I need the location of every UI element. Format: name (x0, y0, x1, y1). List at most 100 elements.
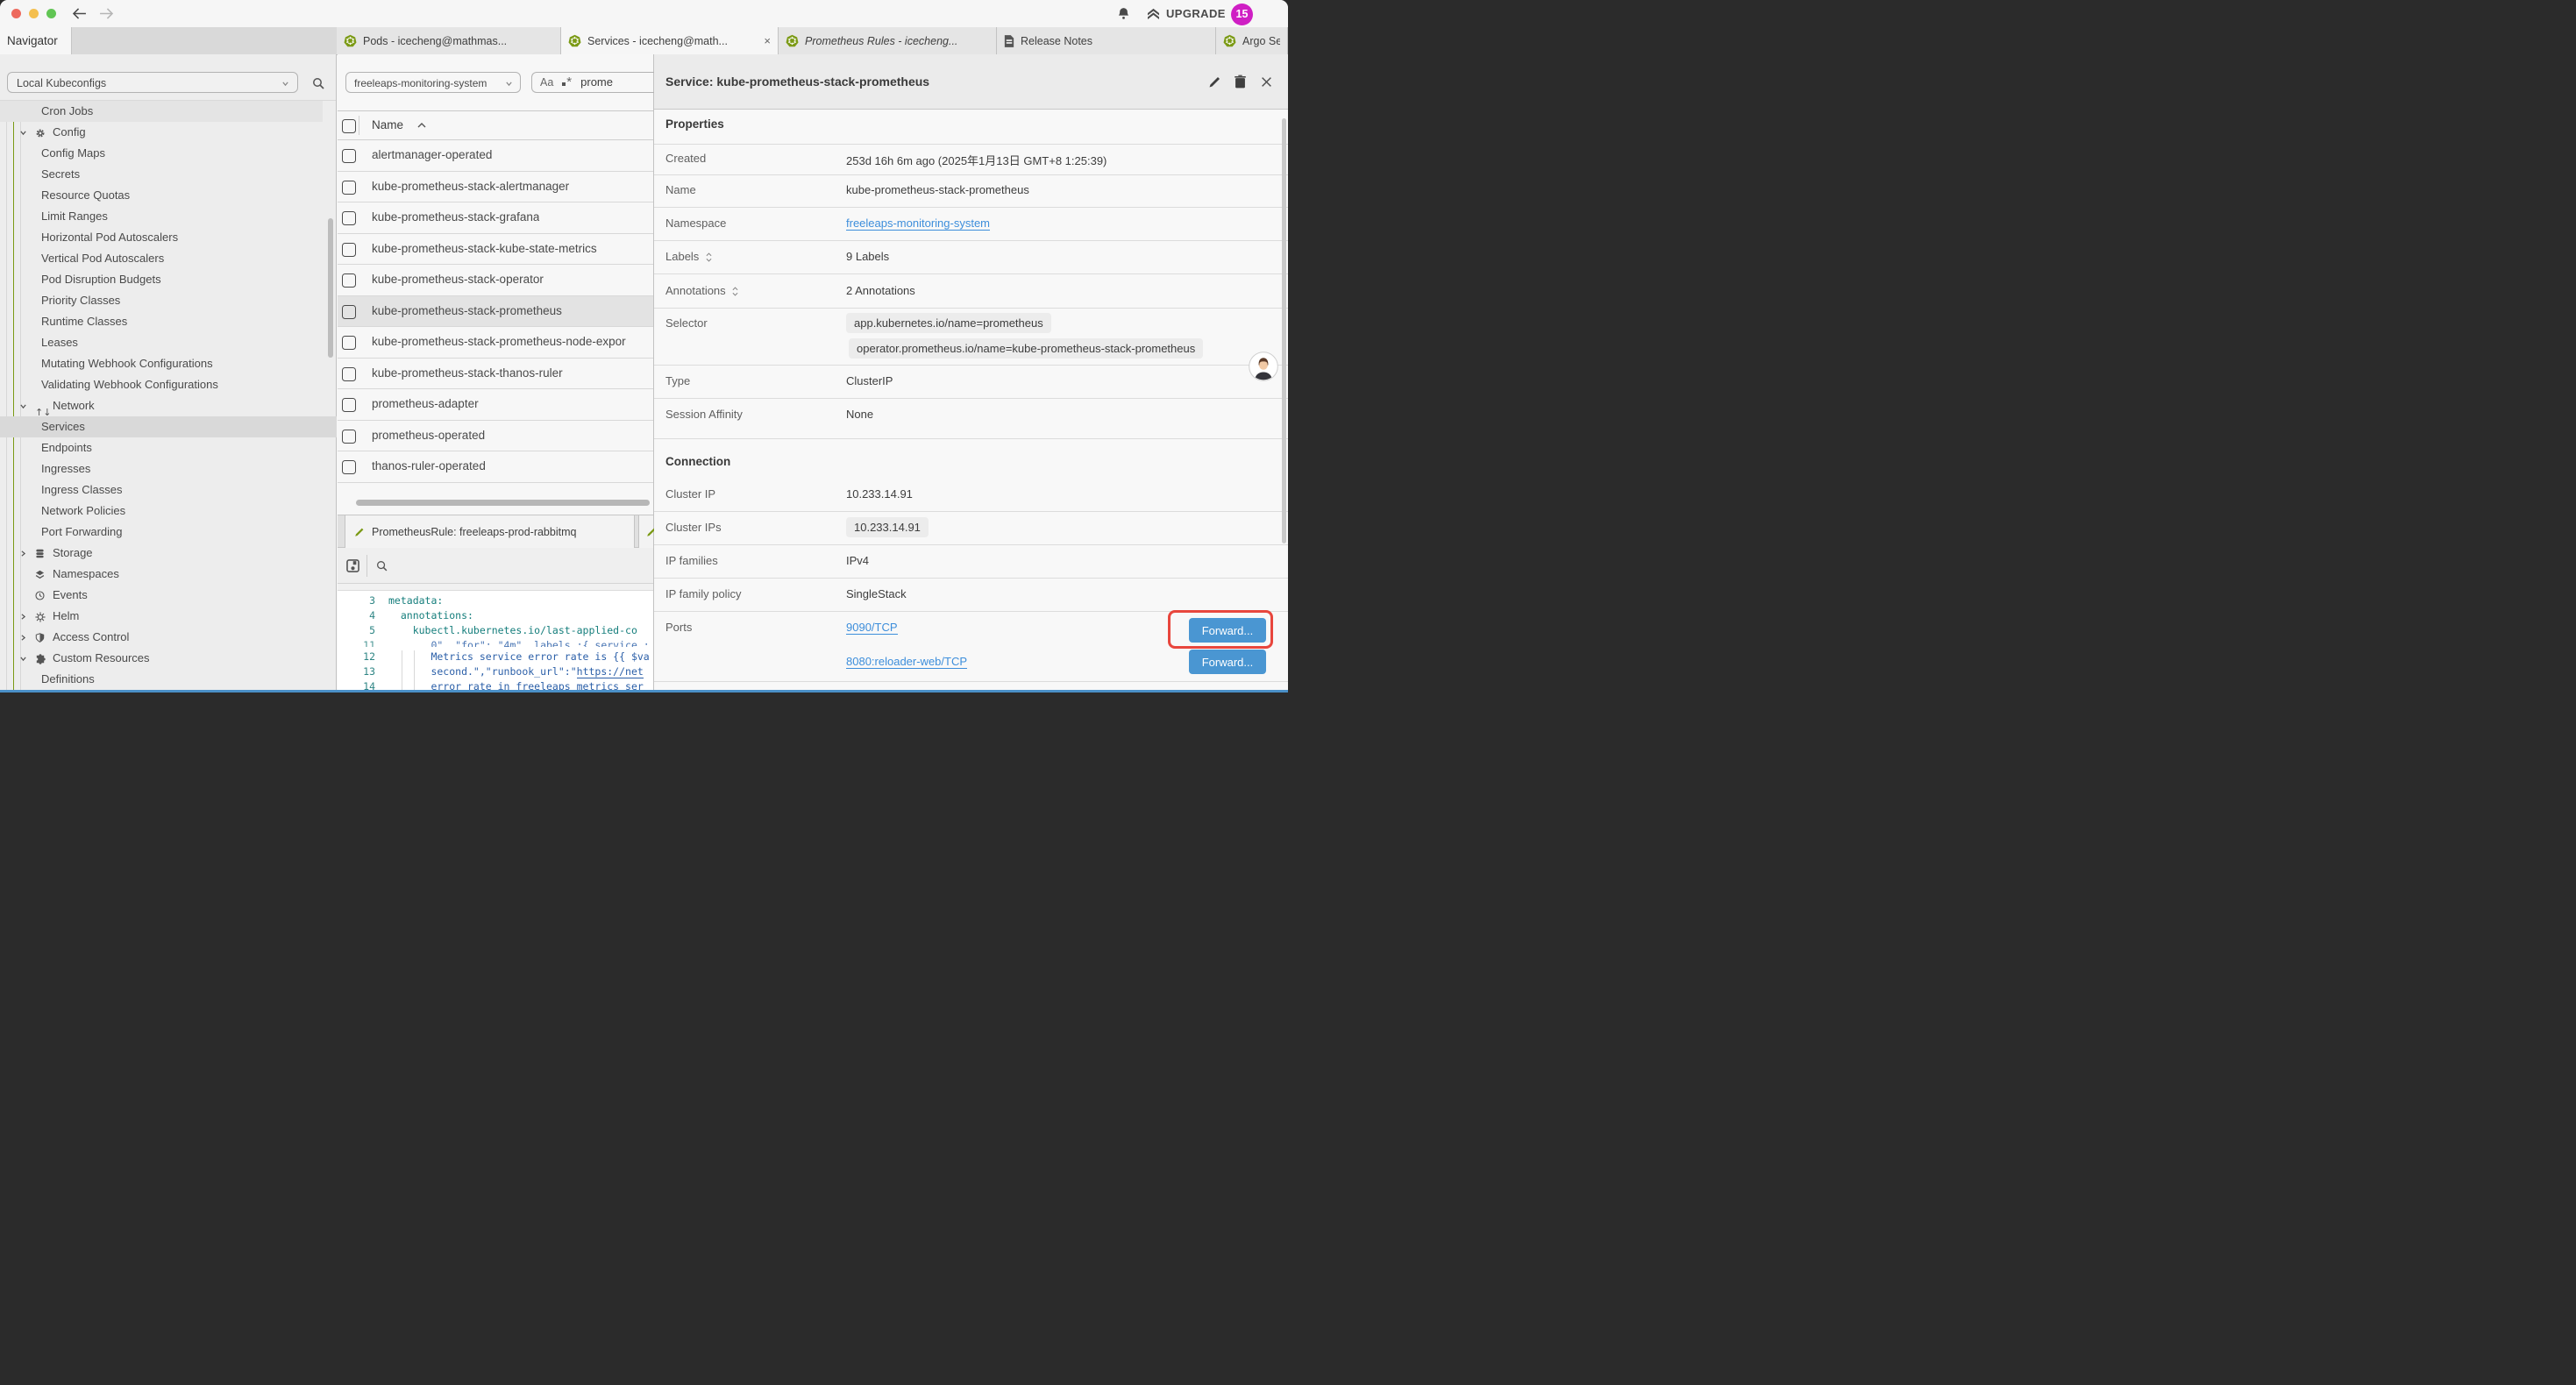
sidebar-item-horizontal-pod-autoscalers[interactable]: Horizontal Pod Autoscalers (0, 227, 323, 248)
sidebar-item-helm[interactable]: Helm (0, 606, 323, 627)
upgrade-label[interactable]: UPGRADE (1166, 7, 1226, 20)
notification-badge[interactable]: 15 (1231, 4, 1253, 25)
yaml-editor[interactable]: 3metadata:4 annotations:5 kubectl.kubern… (338, 591, 653, 692)
panel-scrollbar[interactable] (1282, 118, 1286, 543)
tab-pods-icecheng-mathmas[interactable]: Pods - icecheng@mathmas... (337, 27, 561, 54)
sidebar-item-access-control[interactable]: Access Control (0, 627, 323, 648)
sidebar-item-network-policies[interactable]: Network Policies (0, 501, 323, 522)
save-icon[interactable] (346, 559, 359, 572)
row-checkbox[interactable] (342, 336, 356, 350)
editor-tab-partial[interactable] (638, 515, 653, 548)
tab-argo-se[interactable]: Argo Se (1216, 27, 1288, 54)
back-icon[interactable] (72, 8, 87, 19)
sidebar-item-config-maps[interactable]: Config Maps (0, 143, 323, 164)
column-header-name[interactable]: Name (372, 110, 403, 140)
close-icon[interactable] (1261, 76, 1272, 88)
sidebar-item-secrets[interactable]: Secrets (0, 164, 323, 185)
chevron-down-icon[interactable] (19, 402, 27, 410)
search-icon[interactable] (312, 77, 324, 89)
sidebar-item-endpoints[interactable]: Endpoints (0, 437, 323, 458)
sidebar-item-leases[interactable]: Leases (0, 332, 323, 353)
table-row[interactable]: kube-prometheus-stack-thanos-ruler (338, 359, 653, 390)
match-case-icon[interactable]: Aa (540, 72, 553, 93)
sidebar-item-custom-resources[interactable]: Custom Resources (0, 648, 323, 669)
sidebar-item-validating-webhook-configurations[interactable]: Validating Webhook Configurations (0, 374, 323, 395)
sidebar-item-definitions[interactable]: Definitions (0, 669, 323, 690)
select-all-checkbox[interactable] (342, 119, 356, 133)
row-checkbox[interactable] (342, 398, 356, 412)
sidebar-item-services[interactable]: Services (0, 416, 337, 437)
horizontal-scrollbar[interactable] (356, 500, 650, 506)
assistant-avatar[interactable] (1249, 352, 1278, 381)
chevron-down-icon[interactable] (19, 655, 27, 663)
row-checkbox[interactable] (342, 243, 356, 257)
sidebar-item-network[interactable]: ↑↓Network (0, 395, 323, 416)
sidebar-item-vertical-pod-autoscalers[interactable]: Vertical Pod Autoscalers (0, 248, 323, 269)
table-row[interactable]: prometheus-operated (338, 421, 653, 452)
table-row[interactable]: kube-prometheus-stack-grafana (338, 202, 653, 234)
edit-pencil-icon[interactable] (1208, 75, 1221, 89)
sidebar-item-port-forwarding[interactable]: Port Forwarding (0, 522, 323, 543)
sidebar-item-ingress-classes[interactable]: Ingress Classes (0, 479, 323, 501)
tab-navigator[interactable]: Navigator (0, 27, 72, 54)
row-checkbox[interactable] (342, 305, 356, 319)
sidebar-item-config[interactable]: Config (0, 122, 323, 143)
chevron-right-icon[interactable] (19, 613, 27, 621)
bell-icon[interactable] (1117, 7, 1130, 20)
row-checkbox[interactable] (342, 367, 356, 381)
tab-release-notes[interactable]: Release Notes (997, 27, 1216, 54)
sidebar-item-runtime-classes[interactable]: Runtime Classes (0, 311, 323, 332)
port-link[interactable]: 8080:reloader-web/TCP (846, 655, 967, 669)
minimize-window-button[interactable] (29, 9, 39, 18)
row-checkbox[interactable] (342, 430, 356, 444)
sidebar-item-cron-jobs[interactable]: Cron Jobs (0, 101, 323, 122)
filter-input[interactable]: Aa * prome (531, 72, 654, 93)
table-row[interactable]: thanos-ruler-operated (338, 451, 653, 483)
search-icon[interactable] (376, 560, 388, 572)
editor-tab-prometheusrule[interactable]: PrometheusRule: freeleaps-prod-rabbitmq (345, 515, 635, 548)
table-row[interactable]: prometheus-adapter (338, 389, 653, 421)
sidebar-item-ingresses[interactable]: Ingresses (0, 458, 323, 479)
namespace-selector[interactable]: freeleaps-monitoring-system (345, 72, 521, 93)
sidebar-item-priority-classes[interactable]: Priority Classes (0, 290, 323, 311)
table-row[interactable]: kube-prometheus-stack-prometheus-node-ex… (338, 327, 653, 359)
table-row[interactable]: alertmanager-operated (338, 140, 653, 172)
chevron-right-icon[interactable] (19, 634, 27, 642)
forward-icon[interactable] (99, 8, 114, 19)
runbook-url-link[interactable]: https://net (577, 665, 644, 678)
table-row[interactable]: kube-prometheus-stack-prometheus (338, 296, 653, 328)
sort-asc-icon[interactable] (417, 123, 426, 128)
port-link[interactable]: 9090/TCP (846, 621, 898, 635)
kubeconfig-selector[interactable]: Local Kubeconfigs (7, 72, 298, 93)
sidebar-item-resource-quotas[interactable]: Resource Quotas (0, 185, 323, 206)
sidebar-item-events[interactable]: Events (0, 585, 323, 606)
regex-icon[interactable]: * (562, 72, 572, 93)
row-checkbox[interactable] (342, 460, 356, 474)
sidebar-item-limit-ranges[interactable]: Limit Ranges (0, 206, 323, 227)
expand-collapse-icon[interactable] (706, 252, 712, 262)
sidebar-item-storage[interactable]: Storage (0, 543, 323, 564)
chevron-down-icon[interactable] (19, 129, 27, 137)
table-row[interactable]: kube-prometheus-stack-kube-state-metrics (338, 234, 653, 266)
tab-services-icecheng-math[interactable]: Services - icecheng@math...× (561, 27, 779, 54)
close-window-button[interactable] (11, 9, 21, 18)
forward-button[interactable]: Forward... (1189, 650, 1266, 674)
tab-prometheus-rules-icecheng[interactable]: Prometheus Rules - icecheng... (779, 27, 997, 54)
sidebar-item-mutating-webhook-configurations[interactable]: Mutating Webhook Configurations (0, 353, 323, 374)
sidebar-scrollbar[interactable] (328, 218, 333, 358)
table-row[interactable]: kube-prometheus-stack-alertmanager (338, 172, 653, 203)
row-checkbox[interactable] (342, 273, 356, 288)
row-checkbox[interactable] (342, 211, 356, 225)
zoom-window-button[interactable] (46, 9, 56, 18)
upgrade-icon[interactable] (1147, 8, 1160, 19)
trash-icon[interactable] (1235, 75, 1246, 89)
expand-collapse-icon[interactable] (732, 287, 738, 296)
namespace-link[interactable]: freeleaps-monitoring-system (846, 217, 990, 231)
row-checkbox[interactable] (342, 181, 356, 195)
close-tab-icon[interactable]: × (764, 34, 771, 47)
table-row[interactable]: kube-prometheus-stack-operator (338, 265, 653, 296)
sidebar-item-namespaces[interactable]: Namespaces (0, 564, 323, 585)
chevron-right-icon[interactable] (19, 550, 27, 558)
sidebar-item-pod-disruption-budgets[interactable]: Pod Disruption Budgets (0, 269, 323, 290)
row-checkbox[interactable] (342, 149, 356, 163)
